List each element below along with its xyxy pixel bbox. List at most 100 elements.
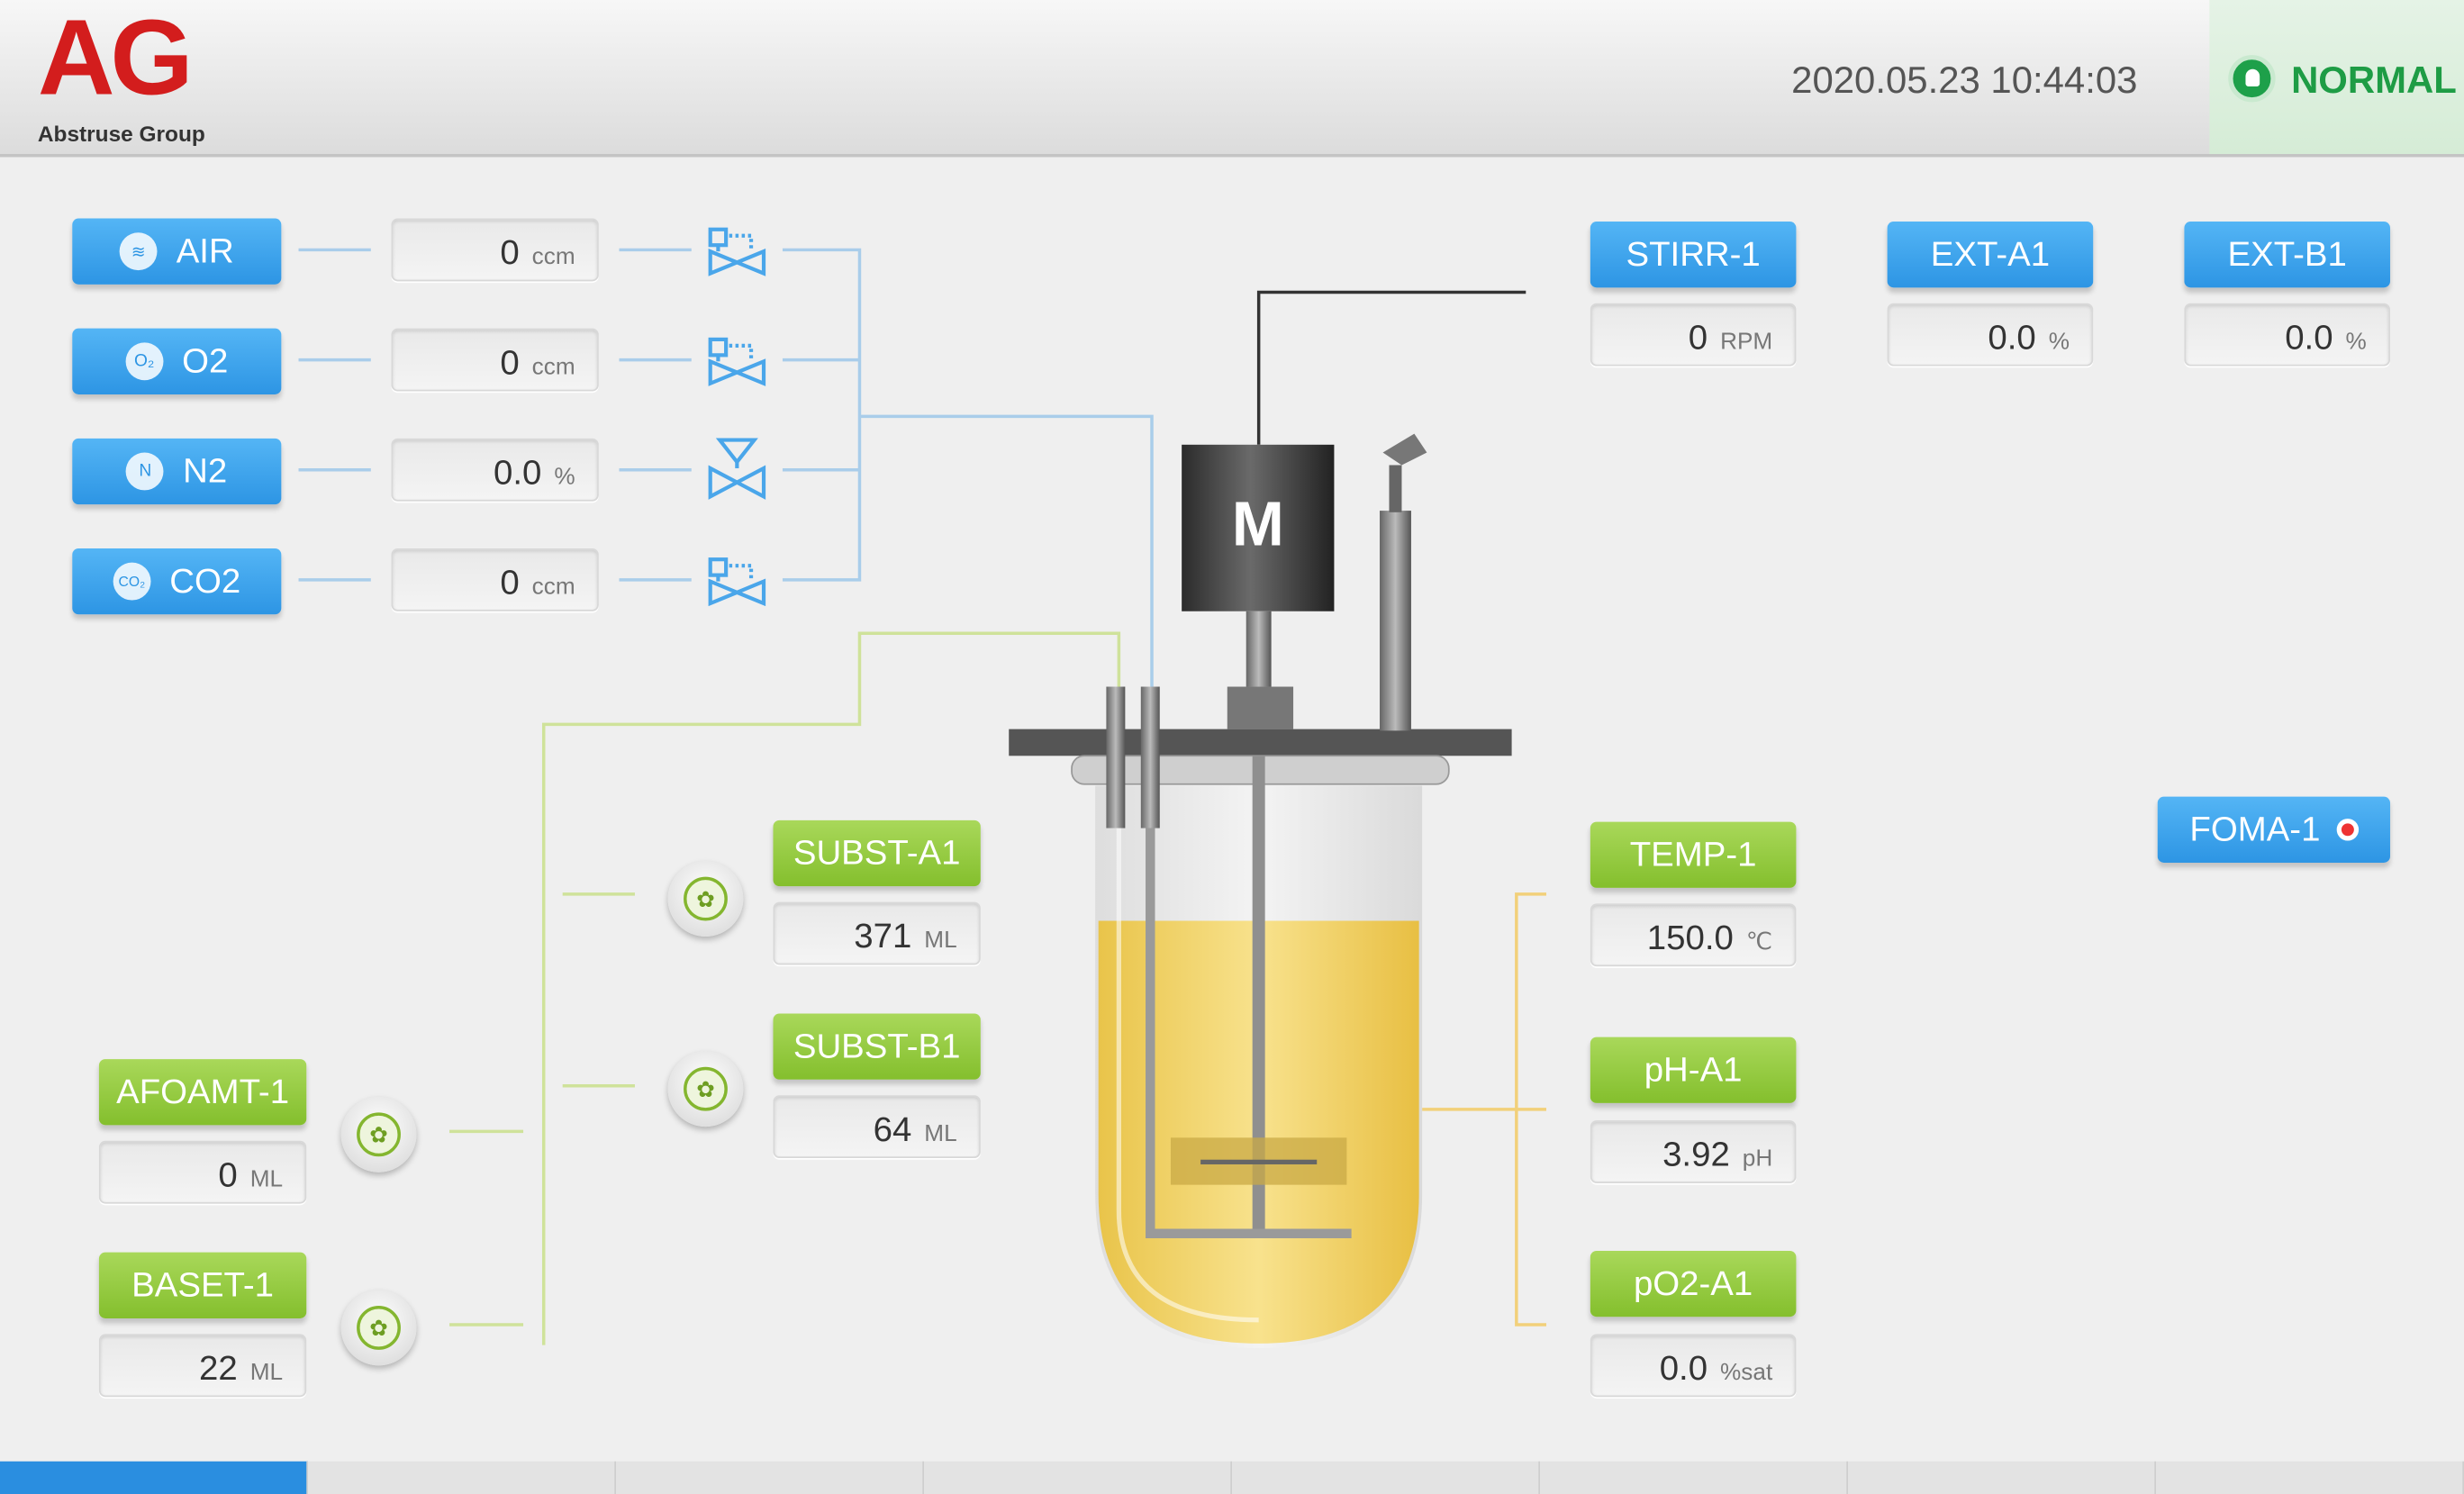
ph-a1-button[interactable]: pH-A1 [1590, 1037, 1797, 1103]
value: 150.0 [1646, 918, 1734, 957]
pump-icon-baset-1[interactable]: ✿ [340, 1290, 417, 1366]
control-label: STIRR-1 [1626, 233, 1761, 274]
stirr-1-button[interactable]: STIRR-1 [1590, 222, 1797, 288]
unit: ML [249, 1165, 284, 1193]
gas-button-air[interactable]: ≋ AIR [72, 218, 282, 285]
unit: ccm [531, 573, 575, 601]
pump-icon-subst-a1[interactable]: ✿ [667, 861, 744, 937]
vessel-flange [1009, 729, 1512, 756]
value: 0.0 [1659, 1348, 1708, 1388]
pump-rotor-icon: ✿ [684, 876, 728, 921]
tab-8[interactable] [2156, 1461, 2464, 1494]
value: 3.92 [1662, 1134, 1730, 1174]
control-label: EXT-B1 [2227, 233, 2347, 274]
ext-a1-button[interactable]: EXT-A1 [1887, 222, 2094, 288]
unit: %sat [1720, 1359, 1773, 1387]
pump-rotor-icon: ✿ [357, 1112, 401, 1157]
value: 0 [500, 562, 520, 602]
value: 0.0 [2285, 317, 2333, 358]
ext-a1-field: 0.0% [1887, 303, 2094, 367]
value: 0 [1688, 317, 1708, 358]
valve-icon-n2 [708, 438, 766, 500]
unit: ML [249, 1359, 284, 1387]
unit: ccm [531, 353, 575, 381]
tab-2[interactable] [308, 1461, 617, 1494]
sensor-label: TEMP-1 [1629, 834, 1757, 874]
tab-1[interactable] [0, 1461, 309, 1494]
unit: % [554, 463, 575, 491]
value: 64 [873, 1109, 912, 1149]
value: 0.0 [494, 452, 542, 493]
tab-7[interactable] [1848, 1461, 2157, 1494]
sensor-label: pH-A1 [1644, 1049, 1743, 1090]
baset-1-field: 22 ML [98, 1334, 307, 1398]
motor-label: M [1231, 490, 1284, 560]
gas-label: O2 [182, 340, 229, 381]
air-flow-field: 0 ccm [391, 218, 599, 282]
gas-button-o2[interactable]: O₂ O2 [72, 328, 282, 394]
temp-1-button[interactable]: TEMP-1 [1590, 821, 1797, 888]
control-label: EXT-A1 [1930, 233, 2051, 274]
pump-label: SUBST-A1 [793, 832, 961, 873]
value: 0.0 [1988, 317, 2036, 358]
pump-label: AFOAMT-1 [116, 1072, 290, 1111]
air-icon: ≋ [119, 232, 158, 271]
po2-a1-button[interactable]: pO2-A1 [1590, 1250, 1797, 1317]
gas-button-n2[interactable]: N N2 [72, 438, 282, 505]
bottom-tab-bar [0, 1461, 2464, 1494]
baset-1-button[interactable]: BASET-1 [98, 1252, 307, 1318]
afoamt-1-field: 0 ML [98, 1140, 307, 1204]
ext-b1-button[interactable]: EXT-B1 [2184, 222, 2390, 288]
gas-label: CO2 [169, 560, 241, 601]
unit: ML [924, 927, 957, 955]
subst-b1-field: 64 ML [773, 1095, 981, 1158]
foma-1-button[interactable]: FOMA-1 [2157, 796, 2390, 863]
foma-label: FOMA-1 [2189, 809, 2321, 849]
gas-button-co2[interactable]: CO₂ CO2 [72, 548, 282, 615]
tab-4[interactable] [924, 1461, 1233, 1494]
gas-label: AIR [176, 231, 234, 271]
po2-a1-field: 0.0 %sat [1590, 1334, 1797, 1398]
tab-3[interactable] [616, 1461, 925, 1494]
co2-flow-field: 0 ccm [391, 548, 599, 611]
o2-icon: O₂ [125, 342, 164, 381]
tab-5[interactable] [1232, 1461, 1541, 1494]
alarm-indicator-icon [2335, 819, 2359, 841]
value: 22 [199, 1348, 238, 1388]
value: 371 [854, 916, 912, 955]
unit: ccm [531, 243, 575, 271]
unit: % [2345, 328, 2367, 356]
pump-icon-subst-b1[interactable]: ✿ [667, 1051, 744, 1127]
subst-a1-button[interactable]: SUBST-A1 [773, 819, 981, 887]
temp-1-field: 150.0 ℃ [1590, 903, 1797, 967]
unit: ML [924, 1120, 957, 1147]
pump-rotor-icon: ✿ [684, 1066, 728, 1111]
pump-label: SUBST-B1 [793, 1026, 961, 1066]
valve-icon-air [708, 227, 766, 276]
subst-a1-field: 371 ML [773, 901, 981, 965]
unit: RPM [1720, 328, 1773, 356]
stirr-1-field: 0 RPM [1590, 303, 1797, 367]
pump-icon-afoamt-1[interactable]: ✿ [340, 1096, 417, 1173]
subst-b1-button[interactable]: SUBST-B1 [773, 1013, 981, 1080]
value: 0 [218, 1154, 238, 1195]
co2-icon: CO₂ [113, 562, 151, 601]
valve-icon-co2 [708, 557, 766, 607]
o2-flow-field: 0 ccm [391, 328, 599, 392]
unit: ℃ [1745, 928, 1773, 955]
tab-6[interactable] [1540, 1461, 1849, 1494]
pump-rotor-icon: ✿ [357, 1306, 401, 1350]
unit: % [2048, 328, 2070, 356]
afoamt-1-button[interactable]: AFOAMT-1 [98, 1059, 307, 1126]
gas-label: N2 [183, 450, 228, 491]
value: 0 [500, 232, 520, 272]
sensor-label: pO2-A1 [1633, 1263, 1753, 1303]
n2-field: 0.0% [391, 438, 599, 502]
pump-label: BASET-1 [131, 1264, 275, 1305]
value: 0 [500, 342, 520, 383]
ph-a1-field: 3.92 pH [1590, 1120, 1797, 1183]
ext-b1-field: 0.0% [2184, 303, 2390, 367]
unit: pH [1742, 1145, 1773, 1173]
process-diagram [298, 227, 1546, 1349]
n2-icon: N [126, 452, 165, 491]
